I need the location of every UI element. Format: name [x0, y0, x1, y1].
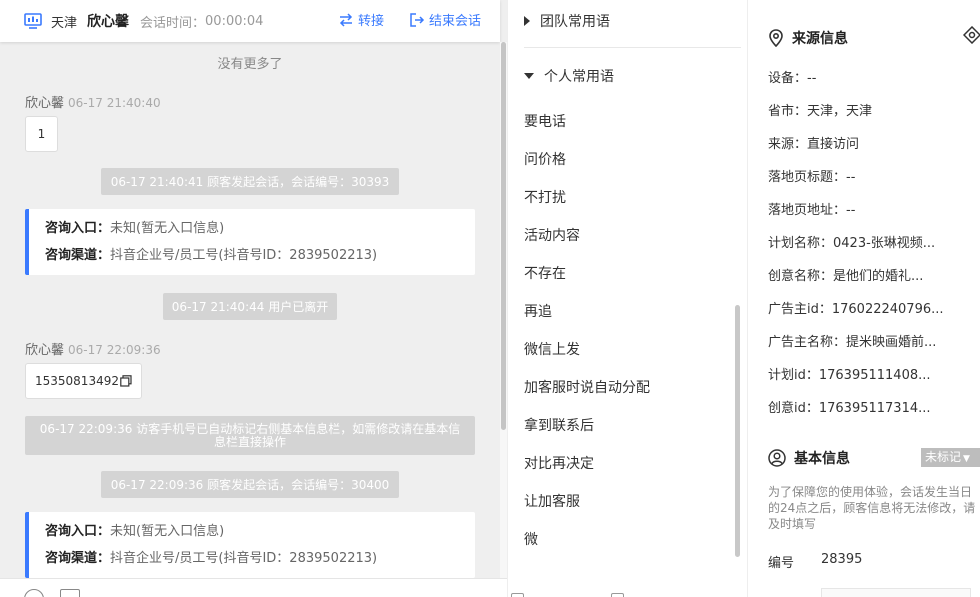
phrases-footer	[508, 578, 747, 597]
phrase-item[interactable]: 对比再决定	[524, 453, 594, 473]
message-time: 06-17 21:40:40	[68, 96, 161, 110]
no-more-text: 没有更多了	[217, 57, 283, 72]
transfer-label: 转接	[358, 14, 385, 29]
phrase-item[interactable]: 不存在	[524, 263, 566, 283]
number-value: 28395	[821, 552, 863, 567]
message-time: 06-17 22:09:36	[68, 343, 161, 357]
chat-panel: 天津 欣心馨 会话时间： 00:00:04 转接 结束会话 没有更多了 欣心馨 0…	[0, 0, 507, 597]
mark-status-dropdown[interactable]: 未标记 ▼	[921, 448, 980, 467]
phrase-item[interactable]: 不打扰	[524, 187, 566, 207]
landing-title-field: 落地页标题：--	[768, 170, 856, 185]
basic-info-title: 基本信息	[768, 448, 850, 468]
user-icon	[768, 449, 786, 467]
chat-scrollbar-thumb[interactable]	[501, 42, 506, 430]
phrase-item[interactable]: 拿到联系后	[524, 415, 594, 435]
transfer-icon	[339, 12, 353, 27]
customer-info-panel: 来源信息 设备：-- 省市：天津，天津 来源：直接访问 落地页标题：-- 落地页…	[747, 0, 980, 597]
exit-icon	[410, 12, 425, 27]
session-time: 00:00:04	[205, 13, 264, 29]
system-message: 06-17 22:09:36 访客手机号已自动标记右侧基本信息栏，如需修改请在基…	[25, 416, 475, 455]
caret-right-icon	[524, 16, 530, 26]
phrase-item[interactable]: 再追	[524, 301, 552, 321]
message-bubble[interactable]: 15350813492	[25, 363, 142, 399]
consult-entry-row: 咨询入口：未知(暂无入口信息)	[45, 522, 475, 549]
consult-channel-row: 咨询渠道：抖音企业号/员工号(抖音号ID：2839502213)	[45, 549, 475, 576]
consult-channel-row: 咨询渠道：抖音企业号/员工号(抖音号ID：2839502213)	[45, 246, 475, 273]
message-bubble[interactable]: 1	[25, 116, 58, 152]
consult-entry-value: 未知(暂无入口信息)	[110, 221, 225, 236]
phrase-item[interactable]: 加客服时说自动分配	[524, 377, 650, 397]
basic-info-label: 基本信息	[794, 451, 850, 467]
source-info-label: 来源信息	[792, 31, 848, 47]
consult-channel-value: 抖音企业号/员工号(抖音号ID：2839502213)	[110, 551, 378, 566]
device-field: 设备：--	[768, 71, 817, 86]
checkbox[interactable]	[611, 593, 624, 597]
visitor-name: 欣心馨	[87, 14, 130, 30]
phrases-panel: 团队常用语 个人常用语 要电话 问价格 不打扰 活动内容 不存在 再追 微信上发…	[507, 0, 747, 597]
phrases-scrollbar-thumb[interactable]	[735, 305, 740, 557]
consult-entry-label: 咨询入口：	[45, 524, 111, 539]
monitor-icon	[24, 13, 42, 29]
creative-id-field: 创意id：176395117314...	[768, 401, 931, 416]
system-message: 06-17 21:40:41 顾客发起会话，会话编号：30393	[101, 168, 399, 195]
phrase-item[interactable]: 微	[524, 529, 538, 549]
mark-status-label: 未标记	[925, 450, 962, 464]
caret-down-icon: ▼	[963, 454, 970, 464]
plan-id-field: 计划id：176395111408...	[768, 368, 931, 383]
advertiser-id-field: 广告主id：176022240796...	[768, 302, 944, 317]
session-time-label: 会话时间：	[140, 15, 206, 31]
message-sender: 欣心馨 06-17 21:40:40	[25, 92, 161, 111]
phrase-item[interactable]: 让加客服	[524, 491, 580, 511]
message-sender: 欣心馨 06-17 22:09:36	[25, 339, 161, 358]
transfer-button[interactable]: 转接	[338, 10, 384, 29]
personal-phrases-label: 个人常用语	[544, 69, 614, 85]
consult-entry-row: 咨询入口：未知(暂无入口信息)	[45, 219, 475, 246]
image-icon[interactable]	[60, 589, 80, 597]
end-session-button[interactable]: 结束会话	[409, 10, 481, 29]
edit-notice: 为了保障您的使用体验，会话发生当日的24点之后，顾客信息将无法修改，请及时填写	[768, 485, 976, 531]
system-message: 06-17 22:09:36 顾客发起会话，会话编号：30400	[101, 471, 399, 498]
consult-info-card: 咨询入口：未知(暂无入口信息) 咨询渠道：抖音企业号/员工号(抖音号ID：283…	[25, 209, 475, 275]
phrase-item[interactable]: 微信上发	[524, 339, 580, 359]
phrase-item[interactable]: 要电话	[524, 111, 566, 131]
chat-input-toolbar	[0, 578, 507, 597]
caret-down-icon	[524, 73, 534, 79]
view-icon[interactable]	[963, 26, 980, 44]
message-text: 1	[37, 127, 46, 141]
team-phrases-group[interactable]: 团队常用语	[524, 11, 610, 31]
divider	[524, 47, 741, 48]
source-info-title: 来源信息	[768, 28, 848, 48]
checkbox[interactable]	[511, 593, 524, 597]
chat-header: 天津 欣心馨 会话时间： 00:00:04 转接 结束会话	[0, 0, 500, 42]
consult-info-card: 咨询入口：未知(暂无入口信息) 咨询渠道：抖音企业号/员工号(抖音号ID：283…	[25, 512, 475, 578]
province-city-field: 省市：天津，天津	[768, 104, 873, 119]
chat-scrollbar[interactable]	[500, 42, 507, 597]
location-pin-icon	[769, 29, 783, 47]
phrase-item[interactable]: 活动内容	[524, 225, 580, 245]
consult-channel-label: 咨询渠道：	[45, 551, 111, 566]
creative-name-field: 创意名称：是他们的婚礼...	[768, 269, 924, 284]
phrase-item[interactable]: 问价格	[524, 149, 566, 169]
landing-url-field: 落地页地址：--	[768, 203, 856, 218]
consult-channel-label: 咨询渠道：	[45, 248, 111, 263]
sender-name: 欣心馨	[25, 343, 65, 358]
system-message: 06-17 21:40:44 用户已离开	[163, 293, 337, 320]
advertiser-name-field: 广告主名称：提米映画婚前...	[768, 335, 937, 350]
copy-icon[interactable]	[120, 375, 132, 387]
number-label: 编号	[768, 556, 795, 571]
consult-channel-value: 抖音企业号/员工号(抖音号ID：2839502213)	[110, 248, 378, 263]
source-field: 来源：直接访问	[768, 137, 860, 152]
personal-phrases-group[interactable]: 个人常用语	[524, 66, 614, 86]
sender-name: 欣心馨	[25, 96, 65, 111]
consult-entry-value: 未知(暂无入口信息)	[110, 524, 225, 539]
info-input-field[interactable]	[821, 588, 971, 597]
team-phrases-label: 团队常用语	[540, 14, 610, 30]
end-session-label: 结束会话	[429, 14, 482, 29]
emoji-icon[interactable]	[24, 589, 44, 597]
plan-name-field: 计划名称：0423-张琳视频...	[768, 236, 936, 251]
message-text: 15350813492	[35, 374, 119, 388]
visitor-location: 天津	[51, 15, 78, 31]
consult-entry-label: 咨询入口：	[45, 221, 111, 236]
